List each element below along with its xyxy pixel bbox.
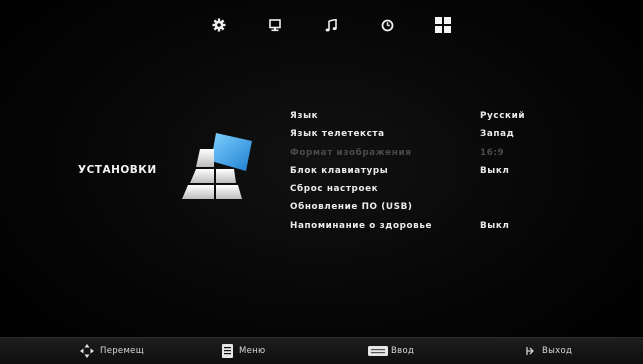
ok-key-icon (368, 346, 388, 356)
tv-settings-screen: УСТАНОВКИ Язык Русский Язык телетекста З… (0, 0, 643, 364)
menu-item-label: Язык телетекста (290, 129, 385, 140)
setup-logo-icon (182, 133, 252, 199)
tab-sound[interactable] (308, 11, 354, 39)
menu-item-value: Запад (480, 129, 515, 140)
hint-menu: Меню (222, 338, 265, 364)
hint-enter: Ввод (368, 338, 414, 364)
menu-key-icon (222, 344, 233, 358)
hint-move-label: Перемещ (100, 346, 144, 356)
bottom-hint-bar: Перемещ Меню Ввод Выход (0, 337, 643, 364)
menu-item-label: Блок клавиатуры (290, 165, 389, 176)
section-title: УСТАНОВКИ (78, 164, 157, 176)
menu-item-label: Язык (290, 111, 319, 121)
hint-enter-label: Ввод (391, 346, 415, 356)
menu-item-label: Формат изображения (290, 147, 412, 158)
setup-menu: Язык Русский Язык телетекста Запад Форма… (290, 108, 550, 236)
hint-exit: Выход (524, 338, 572, 364)
menu-item-aspect-ratio: Формат изображения 16:9 (290, 145, 550, 163)
tab-time[interactable] (364, 11, 410, 39)
menu-item-value: Русский (480, 111, 526, 121)
menu-item-language[interactable]: Язык Русский (290, 108, 550, 126)
tab-screen[interactable] (252, 11, 298, 39)
menu-item-value: Выкл (480, 220, 510, 231)
menu-item-key-lock[interactable]: Блок клавиатуры Выкл (290, 163, 550, 181)
tab-picture[interactable] (196, 11, 242, 39)
hint-move: Перемещ (80, 338, 144, 364)
menu-item-label: Обновление ПО (USB) (290, 202, 413, 213)
hint-menu-label: Меню (239, 346, 266, 356)
menu-item-health-reminder[interactable]: Напоминание о здоровье Выкл (290, 218, 550, 236)
clock-icon (381, 19, 393, 31)
menu-item-label: Сброс настроек (290, 184, 379, 195)
menu-item-reset[interactable]: Сброс настроек (290, 181, 550, 199)
tab-setup[interactable] (420, 11, 466, 39)
monitor-icon (269, 18, 281, 31)
gear-icon (212, 18, 226, 32)
top-tab-bar (196, 10, 466, 40)
menu-item-teletext-language[interactable]: Язык телетекста Запад (290, 126, 550, 144)
hint-exit-label: Выход (542, 346, 573, 356)
navigate-arrows-icon (80, 344, 94, 358)
menu-item-value: Выкл (480, 165, 510, 176)
menu-item-label: Напоминание о здоровье (290, 220, 433, 231)
menu-item-software-update[interactable]: Обновление ПО (USB) (290, 199, 550, 217)
grid-icon (435, 17, 451, 33)
exit-key-icon (526, 347, 534, 355)
music-note-icon (325, 18, 337, 31)
menu-item-value: 16:9 (480, 147, 505, 158)
